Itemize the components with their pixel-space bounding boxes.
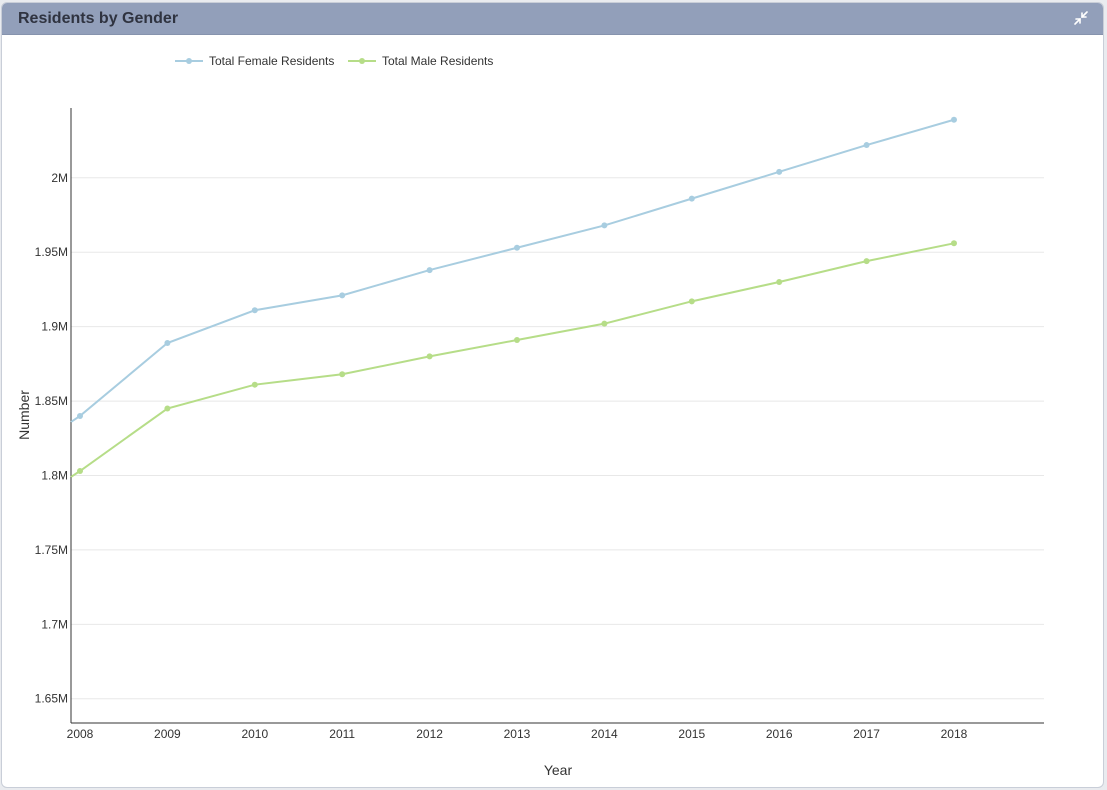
data-point [950,116,957,123]
series-line-male [70,242,955,478]
legend-swatch-marker [359,58,365,64]
y-axis-label: Number [16,390,32,440]
data-point [688,298,695,305]
x-tick-label: 2013 [504,727,531,741]
series [70,116,957,478]
legend-swatch-marker [186,58,192,64]
x-tick-label: 2017 [853,727,880,741]
data-point [601,222,608,229]
data-point [863,142,870,149]
data-point [339,292,346,299]
legend-label: Total Male Residents [382,54,493,68]
x-tick-label: 2016 [766,727,793,741]
data-point [426,267,433,274]
data-point [251,307,258,314]
y-tick-label: 1.8M [41,468,68,482]
x-tick-label: 2012 [416,727,443,741]
x-tick-label: 2014 [591,727,618,741]
data-point [863,258,870,265]
y-tick-label: 1.95M [35,245,68,259]
data-point [77,468,83,475]
data-point [776,278,783,285]
y-tick-label: 1.9M [41,320,68,334]
data-point [513,244,520,251]
axes: 1.65M 1.7M 1.75M 1.8M 1.85M 1.9M 1.95M 2M 2008 20… [35,108,1044,741]
y-tick-label: 1.75M [35,543,68,557]
data-point [776,168,783,175]
x-tick-label: 2011 [329,727,355,741]
data-point [601,320,608,327]
line-chart: 1.65M 1.7M 1.75M 1.8M 1.85M 1.9M 1.95M 2M 2008 20… [16,54,1044,778]
legend: Total Female Residents Total Male Residen… [175,54,493,68]
data-point [426,353,433,360]
x-tick-label: 2010 [241,727,268,741]
y-tick-label: 1.7M [41,617,68,631]
data-point [164,405,171,412]
y-tick-label: 1.85M [35,394,68,408]
x-tick-label: 2008 [67,727,94,741]
series-line-female [70,118,955,423]
data-point [950,240,957,247]
legend-label: Total Female Residents [209,54,334,68]
data-point [164,340,171,347]
data-point [77,412,83,419]
data-point [339,371,346,378]
y-tick-label: 1.65M [35,692,68,706]
grid-lines [71,177,1044,700]
y-tick-label: 2M [51,171,68,185]
x-tick-label: 2009 [154,727,181,741]
x-axis-label: Year [544,762,573,778]
data-point [251,381,258,388]
x-tick-label: 2015 [678,727,705,741]
x-tick-label: 2018 [941,727,968,741]
data-point [688,195,695,202]
data-point [513,337,520,344]
